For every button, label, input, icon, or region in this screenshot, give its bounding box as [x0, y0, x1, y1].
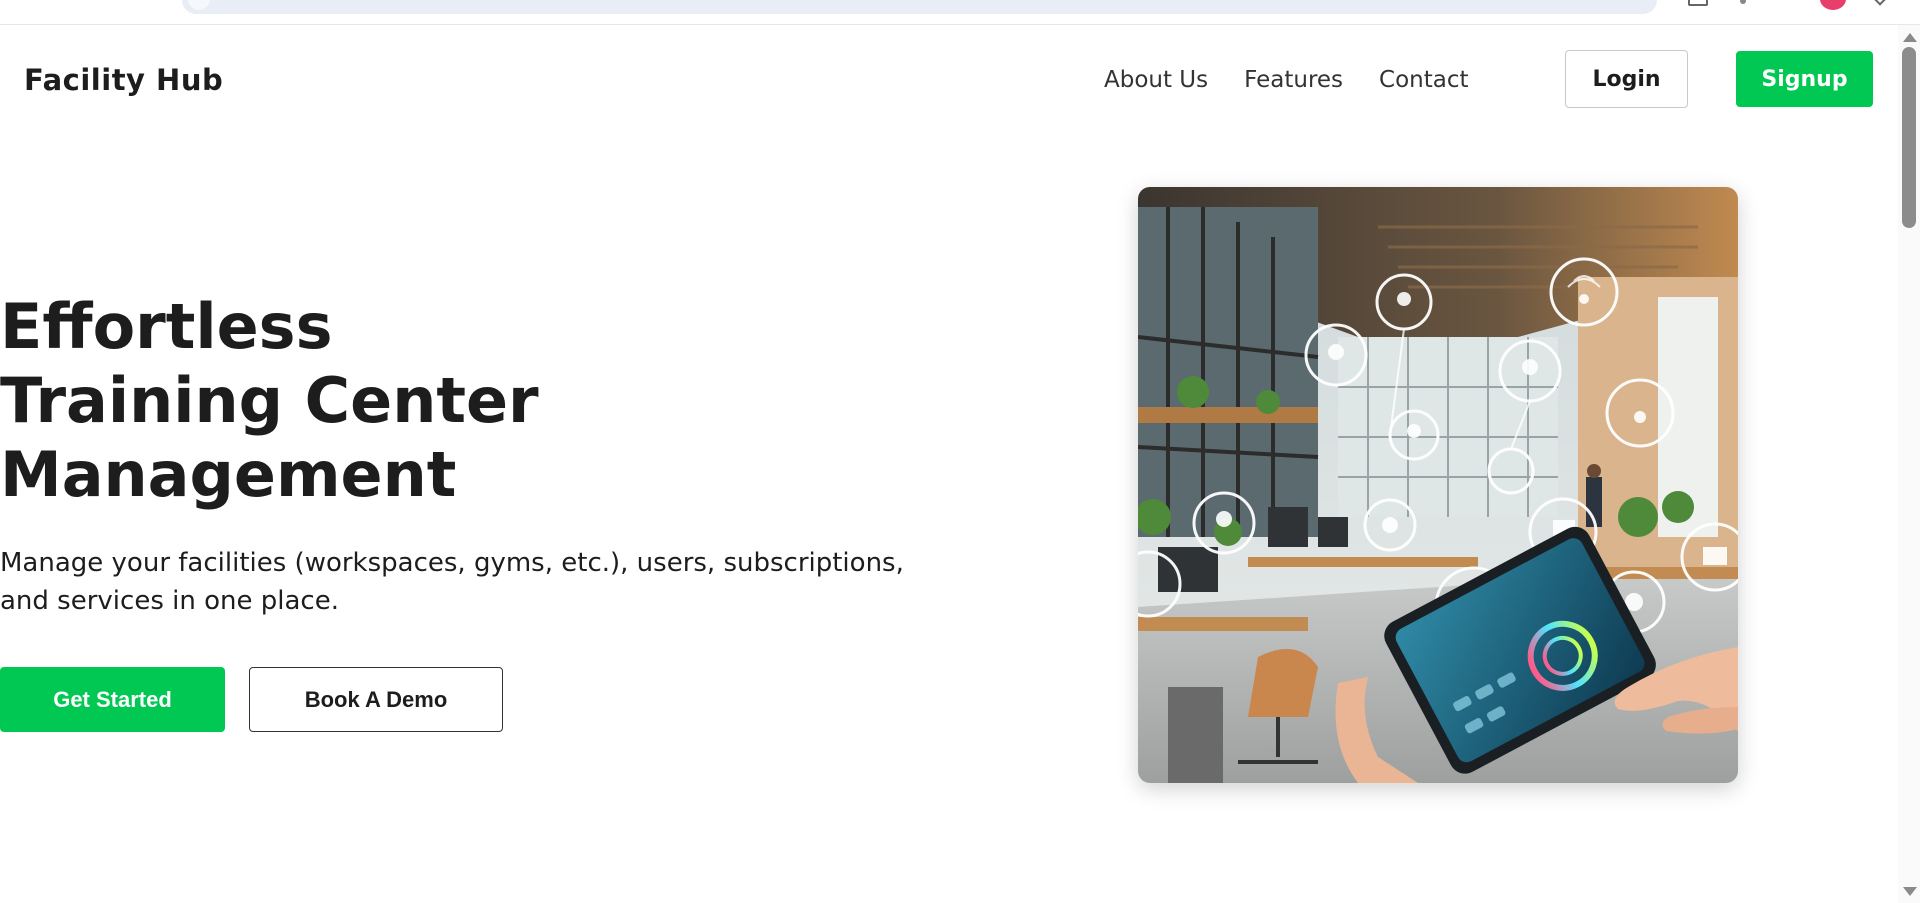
hero-title-line-2: Training Center — [0, 364, 539, 437]
download-icon[interactable] — [1740, 0, 1746, 4]
login-button[interactable]: Login — [1565, 50, 1688, 108]
address-bar[interactable] — [182, 0, 1657, 14]
profile-avatar[interactable] — [1820, 0, 1846, 10]
browser-toolbar — [0, 0, 1920, 25]
site-info-icon[interactable] — [188, 0, 210, 10]
get-started-button[interactable]: Get Started — [0, 667, 225, 732]
nav-link-about-us[interactable]: About Us — [1104, 67, 1208, 93]
nav-link-contact[interactable]: Contact — [1379, 67, 1468, 93]
book-demo-button[interactable]: Book A Demo — [249, 667, 503, 732]
nav-links: About Us Features Contact — [1104, 67, 1469, 93]
scroll-up-arrow-icon[interactable] — [1903, 33, 1917, 42]
scroll-thumb[interactable] — [1902, 47, 1916, 228]
nav-link-features[interactable]: Features — [1244, 67, 1343, 93]
site-navbar: Facility Hub About Us Features Contact L… — [0, 25, 1898, 135]
signup-button[interactable]: Signup — [1736, 51, 1873, 107]
extensions-icon[interactable] — [1688, 0, 1708, 6]
scroll-down-arrow-icon[interactable] — [1903, 887, 1917, 896]
office-tablet-illustration — [1138, 187, 1738, 783]
hero-description: Manage your facilities (workspaces, gyms… — [0, 548, 904, 616]
hero-title: Effortless Training Center Management — [0, 290, 720, 512]
page-scrollbar[interactable] — [1898, 25, 1920, 903]
hero-title-line-1: Effortless — [0, 290, 333, 363]
brand-logo-text[interactable]: Facility Hub — [24, 63, 223, 97]
chevron-down-icon[interactable] — [1874, 0, 1886, 6]
hero-title-line-3: Management — [0, 438, 457, 511]
hero-image — [1138, 187, 1738, 783]
